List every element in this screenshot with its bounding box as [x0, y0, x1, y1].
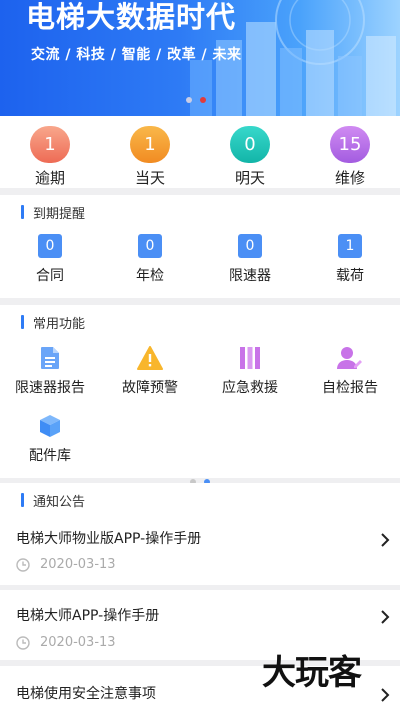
- counter-label: 逾期: [34, 169, 65, 187]
- warning-icon: [136, 345, 164, 371]
- section-header: 通知公告: [0, 483, 400, 517]
- clock-icon: [16, 636, 30, 650]
- chevron-right-icon: [381, 533, 390, 547]
- section-accent-bar: [21, 205, 24, 219]
- notice-title: 电梯大师APP-操作手册: [16, 608, 160, 624]
- chevron-right-icon: [381, 610, 390, 624]
- banner-subtitle: 交流 / 科技 / 智能 / 改革 / 未来: [31, 47, 242, 63]
- function-label: 限速器报告: [15, 380, 85, 396]
- cube-icon: [36, 413, 64, 439]
- function-self-check-report[interactable]: 自检报告: [300, 339, 400, 407]
- counter-repair[interactable]: 15 维修: [300, 116, 400, 188]
- counter-tomorrow[interactable]: 0 明天: [200, 116, 300, 188]
- counter-label: 维修: [334, 169, 365, 187]
- banner-title: 电梯大数据时代: [26, 0, 237, 34]
- expiry-count: 0: [238, 234, 262, 258]
- notice-title: 电梯大师物业版APP-操作手册: [16, 531, 202, 547]
- expiry-count: 0: [38, 234, 62, 258]
- counter-value: 1: [30, 126, 70, 163]
- counter-today[interactable]: 1 当天: [100, 116, 200, 188]
- chevron-right-icon: [381, 688, 390, 702]
- function-speed-limiter-report[interactable]: 限速器报告: [0, 339, 100, 407]
- banner-carousel[interactable]: 电梯大数据时代 交流 / 科技 / 智能 / 改革 / 未来: [0, 0, 400, 116]
- expiry-label: 载荷: [336, 268, 364, 284]
- books-icon: [236, 345, 264, 371]
- expiry-item-annual-inspection[interactable]: 0 年检: [100, 229, 200, 289]
- function-label: 配件库: [29, 448, 71, 464]
- counter-overdue[interactable]: 1 逾期: [0, 116, 100, 188]
- section-title: 常用功能: [33, 316, 86, 332]
- expiry-label: 年检: [136, 268, 164, 284]
- notice-item[interactable]: 电梯大师物业版APP-操作手册 2020-03-13: [0, 517, 400, 585]
- watermark-logo: 大玩客: [262, 653, 362, 693]
- counter-label: 当天: [134, 169, 165, 187]
- expiry-section: 到期提醒 0 合同 0 年检 0 限速器 1 载荷: [0, 195, 400, 298]
- function-emergency-rescue[interactable]: 应急救援: [200, 339, 300, 407]
- section-accent-bar: [21, 315, 24, 329]
- counter-label: 明天: [234, 169, 265, 187]
- banner-pagination: [186, 97, 206, 103]
- expiry-item-speed-limiter[interactable]: 0 限速器: [200, 229, 300, 289]
- counter-value: 1: [130, 126, 170, 163]
- user-edit-icon: [336, 345, 364, 371]
- function-label: 故障预警: [122, 380, 178, 396]
- expiry-item-load[interactable]: 1 载荷: [300, 229, 400, 289]
- task-counters: 1 逾期 1 当天 0 明天 15 维修: [0, 116, 400, 188]
- pagination-dot[interactable]: [186, 97, 192, 103]
- notice-date: 2020-03-13: [40, 557, 116, 572]
- section-header: 到期提醒: [0, 195, 400, 229]
- document-icon: [36, 345, 64, 371]
- clock-icon: [16, 558, 30, 572]
- expiry-label: 合同: [36, 268, 64, 284]
- section-title: 通知公告: [33, 494, 86, 510]
- counter-value: 15: [330, 126, 370, 163]
- expiry-item-contract[interactable]: 0 合同: [0, 229, 100, 289]
- function-label: 自检报告: [322, 380, 378, 396]
- section-header: 常用功能: [0, 305, 400, 339]
- expiry-count: 1: [338, 234, 362, 258]
- notices-section: 通知公告 电梯大师物业版APP-操作手册 2020-03-13: [0, 483, 400, 585]
- section-title: 到期提醒: [33, 206, 86, 222]
- expiry-count: 0: [138, 234, 162, 258]
- functions-section: 常用功能 限速器报告 故障预警 应急救援 自检报告 配件库: [0, 305, 400, 485]
- function-fault-warning[interactable]: 故障预警: [100, 339, 200, 407]
- function-label: 应急救援: [222, 380, 278, 396]
- notice-date: 2020-03-13: [40, 635, 116, 650]
- pagination-dot-active[interactable]: [200, 97, 206, 103]
- counter-value: 0: [230, 126, 270, 163]
- section-accent-bar: [21, 493, 24, 507]
- function-parts-library[interactable]: 配件库: [0, 407, 100, 475]
- notice-title: 电梯使用安全注意事项: [16, 686, 156, 702]
- expiry-label: 限速器: [229, 268, 271, 284]
